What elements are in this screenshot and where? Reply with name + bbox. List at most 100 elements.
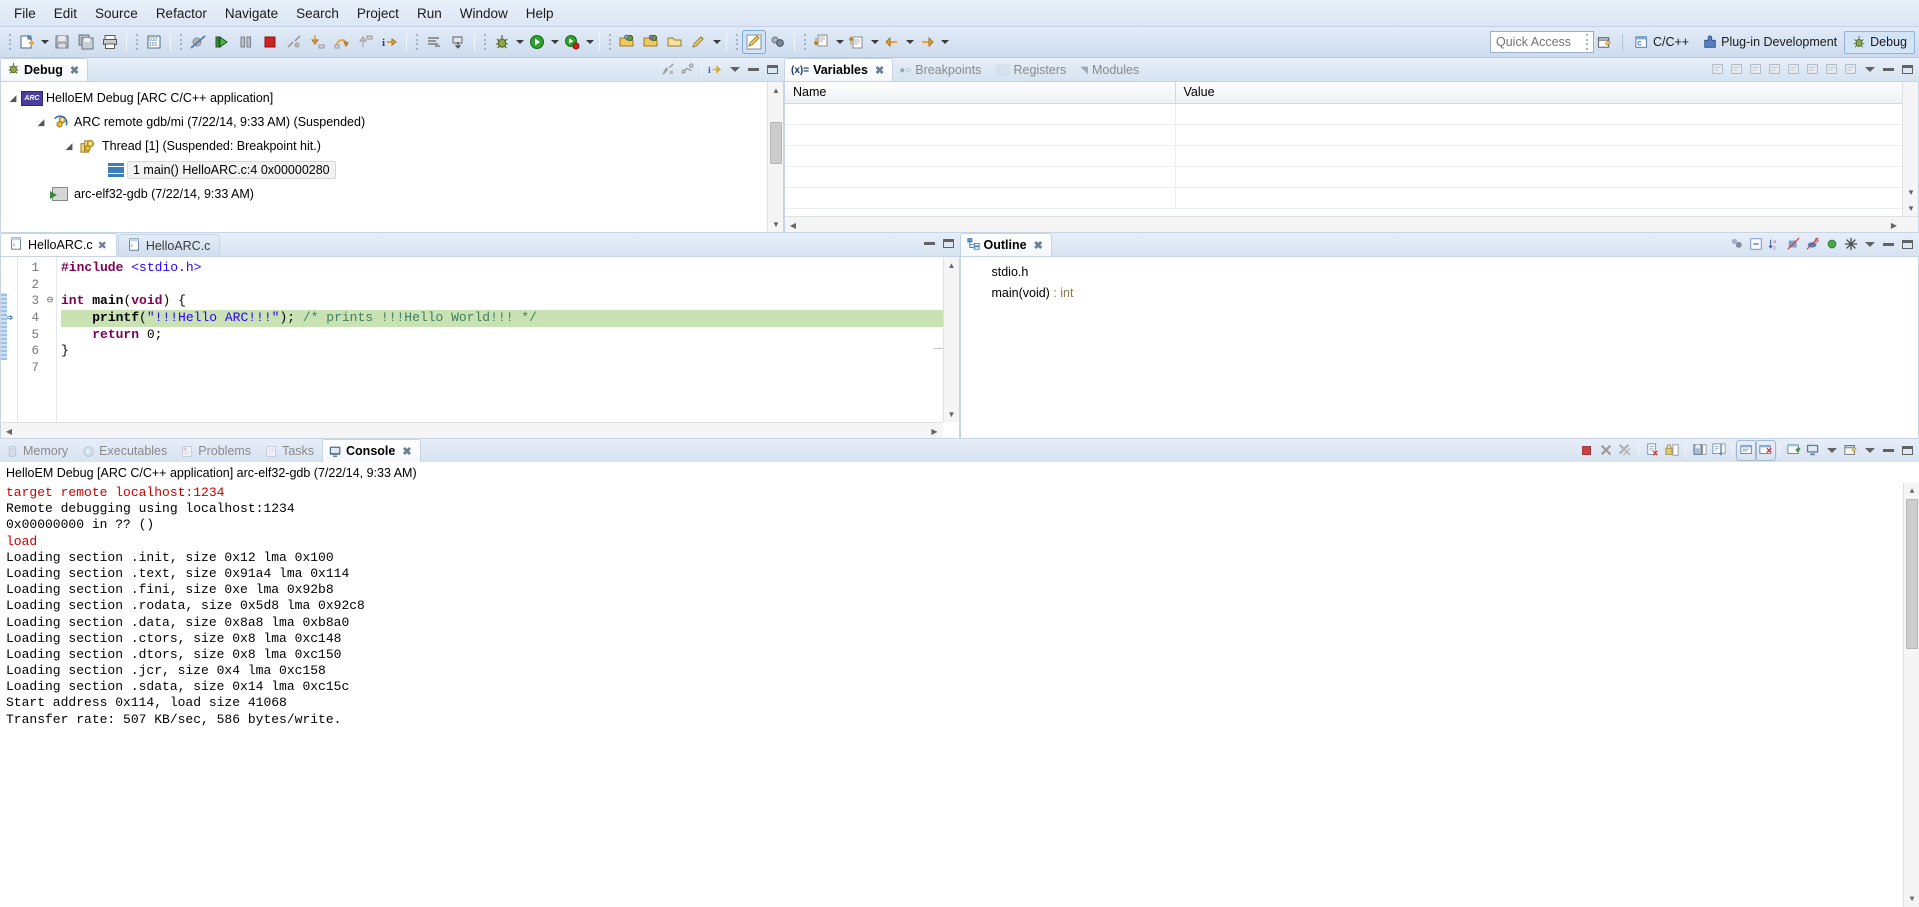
scroll-right-button[interactable]: ▶ — [1886, 217, 1902, 232]
open-type-icon[interactable] — [616, 31, 638, 53]
editor-code[interactable]: #include <stdio.h> int main(void) { prin… — [57, 257, 959, 438]
editor-hscrollbar[interactable]: ◀ ▶ — [1, 422, 943, 438]
sort-icon[interactable]: az — [1765, 235, 1784, 254]
scroll-lock-icon[interactable] — [1662, 441, 1681, 460]
debug-tree-node[interactable]: 1 main() HelloARC.c:4 0x00000280 — [1, 158, 783, 182]
toolbar-group-handle[interactable] — [7, 32, 12, 52]
instruction-stepping-icon[interactable]: i — [706, 60, 725, 79]
debug-icon[interactable] — [491, 31, 513, 53]
scroll-thumb[interactable] — [1906, 499, 1918, 649]
tab-modules[interactable]: ◥ Modules — [1074, 59, 1147, 81]
view-menu-icon[interactable] — [725, 60, 744, 79]
fold-marker[interactable] — [44, 260, 56, 277]
tab-tasks[interactable]: Tasks — [259, 440, 322, 462]
variables-vscrollbar[interactable]: ▼ ▼ — [1902, 82, 1918, 216]
scroll-down-button[interactable]: ▼ — [944, 406, 960, 422]
remove-all-icon[interactable] — [1803, 60, 1822, 79]
table-column-header[interactable]: Value — [1175, 82, 1918, 104]
skip-breakpoints-icon[interactable] — [187, 31, 209, 53]
breakpoint-marker-slot[interactable] — [1, 277, 17, 294]
save-all-icon[interactable] — [75, 31, 97, 53]
code-line[interactable] — [61, 277, 959, 294]
pin-console-icon[interactable] — [1784, 441, 1803, 460]
next-annotation-icon[interactable] — [846, 31, 868, 53]
toolbar-drag-handle[interactable] — [1585, 32, 1590, 52]
editor-folding-gutter[interactable]: ⊖ — [44, 257, 57, 438]
debug-tree-node[interactable]: arc-elf32-gdb (7/22/14, 9:33 AM) — [1, 182, 783, 206]
new-icon[interactable] — [16, 31, 38, 53]
run-dropdown[interactable] — [549, 31, 560, 53]
maximize-icon[interactable] — [1898, 60, 1917, 79]
back-dropdown[interactable] — [904, 31, 915, 53]
close-icon[interactable]: ✖ — [875, 64, 884, 77]
outline-tree[interactable]: stdio.h main(void) : int — [961, 257, 1919, 303]
open-resource-icon[interactable] — [664, 31, 686, 53]
toolbar-group-handle[interactable] — [802, 32, 807, 52]
tab-registers[interactable]: ░░ Registers — [989, 59, 1074, 81]
chevron-down-icon[interactable] — [1822, 441, 1841, 460]
display-selected-console-icon[interactable] — [1803, 441, 1822, 460]
collapse-all-icon[interactable] — [1746, 60, 1765, 79]
perspective-plugindevelopment[interactable]: Plug-in Development — [1696, 31, 1844, 54]
sort-group-icon[interactable] — [1727, 235, 1746, 254]
build-icon[interactable]: 010 101 — [143, 31, 165, 53]
perspective-debug[interactable]: Debug — [1844, 30, 1915, 54]
tab-problems[interactable]: Problems — [175, 440, 259, 462]
fold-marker[interactable] — [44, 310, 56, 327]
scroll-down-button[interactable]: ▼ — [768, 216, 783, 232]
maximize-icon[interactable] — [763, 60, 782, 79]
add-watch-icon[interactable] — [1765, 60, 1784, 79]
code-line[interactable]: int main(void) { — [61, 293, 959, 310]
new-detail-pane-icon[interactable] — [1822, 60, 1841, 79]
fold-marker[interactable] — [44, 327, 56, 344]
table-row[interactable] — [785, 145, 1918, 167]
back-icon[interactable] — [881, 31, 903, 53]
save-icon[interactable] — [51, 31, 73, 53]
table-row[interactable] — [785, 103, 1918, 125]
minimize-icon[interactable] — [1879, 60, 1898, 79]
debug-dropdown[interactable] — [514, 31, 525, 53]
disassembly-icon[interactable] — [423, 31, 445, 53]
table-row[interactable] — [785, 187, 1918, 209]
scroll-left-button[interactable]: ◀ — [785, 217, 801, 232]
disconnect-icon[interactable] — [659, 60, 678, 79]
code-line[interactable] — [61, 360, 959, 377]
chevron-down-icon-2[interactable] — [1860, 441, 1879, 460]
toolbar-group-handle[interactable] — [482, 32, 487, 52]
toolbar-group-handle[interactable] — [734, 32, 739, 52]
tab-debug[interactable]: Debug ✖ — [0, 58, 89, 81]
instruction-stepping-icon[interactable]: i — [379, 31, 401, 53]
tab-variables[interactable]: (x)= Variables ✖ — [784, 58, 894, 81]
code-line[interactable]: } — [61, 343, 959, 360]
previous-annotation-icon[interactable] — [811, 31, 833, 53]
tab-outline[interactable]: Outline ✖ — [959, 233, 1052, 256]
minimize-icon[interactable] — [1879, 235, 1898, 254]
hide-fields-icon[interactable] — [1784, 235, 1803, 254]
debug-tree-node[interactable]: ◢ Thread [1] (Suspended: Breakpoint hit.) — [1, 134, 783, 158]
view-menu-icon[interactable] — [1860, 235, 1879, 254]
maximize-icon[interactable] — [939, 234, 958, 253]
code-line[interactable]: #include <stdio.h> — [61, 260, 959, 277]
editor-tab-0[interactable]: c HelloARC.c — [117, 234, 221, 256]
step-into-icon[interactable] — [307, 31, 329, 53]
debug-tree-node[interactable]: ◢ ARC HelloEM Debug [ARC C/C++ application… — [1, 86, 783, 110]
console-vscrollbar[interactable]: ▲ ▼ — [1903, 483, 1919, 907]
fold-marker[interactable] — [44, 277, 56, 294]
open-console-icon[interactable] — [1841, 441, 1860, 460]
terminate-icon[interactable] — [259, 31, 281, 53]
editor-tab-1[interactable]: c HelloARC.c ✖ — [0, 233, 117, 256]
print-icon[interactable] — [99, 31, 121, 53]
minimize-icon[interactable] — [744, 60, 763, 79]
fold-marker[interactable] — [44, 360, 56, 377]
remove-all-terminated-icon[interactable] — [1615, 441, 1634, 460]
menu-item-file[interactable]: File — [5, 2, 45, 25]
breakpoint-marker-slot[interactable] — [1, 360, 17, 377]
editor-vscrollbar[interactable]: ▲ ▼ — [942, 257, 960, 422]
scroll-down-button-2[interactable]: ▼ — [1903, 200, 1918, 216]
clear-console-icon[interactable] — [1643, 441, 1662, 460]
disconnect-icon[interactable] — [283, 31, 305, 53]
minimize-icon[interactable] — [920, 234, 939, 253]
outline-item[interactable]: main(void) : int — [961, 282, 1919, 303]
toggle-block-selection-icon[interactable] — [767, 31, 789, 53]
toggle-mark-occurrences-icon[interactable] — [742, 30, 766, 54]
